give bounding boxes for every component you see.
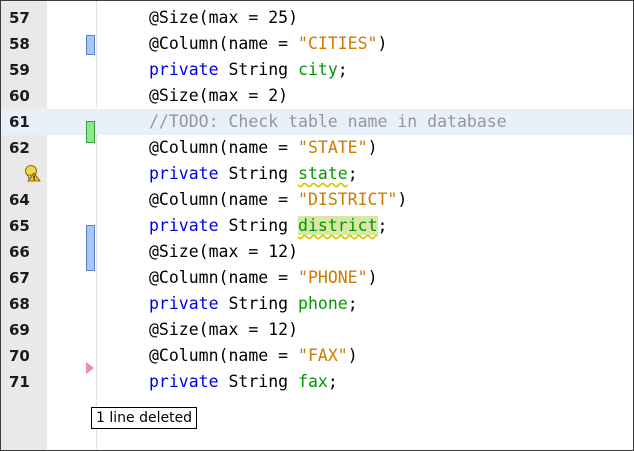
code-text[interactable]: @Size(max = 2) [149, 83, 288, 109]
code-text[interactable]: @Column(name = "STATE") [149, 135, 378, 161]
line-number: 66 [9, 243, 30, 261]
code-line[interactable]: 70 @Column(name = "FAX") [1, 343, 633, 369]
code-token: "CITIES" [298, 34, 378, 53]
code-line[interactable]: 71 private String fax; [1, 369, 633, 395]
line-number: 65 [9, 217, 30, 235]
code-token: "STATE" [298, 138, 368, 157]
line-number: 61 [9, 113, 30, 131]
code-token: @Size(max = 25) [149, 8, 299, 27]
code-line[interactable]: 67 @Column(name = "PHONE") [1, 265, 633, 291]
line-number: 62 [9, 139, 30, 157]
line-number: 67 [9, 269, 30, 287]
code-token: ; [377, 216, 388, 235]
code-line[interactable]: 69 @Size(max = 12) [1, 317, 633, 343]
code-token: fax [298, 372, 328, 391]
code-text[interactable]: private String city; [149, 57, 348, 83]
code-token: district [298, 216, 378, 235]
code-token: ) [347, 346, 358, 365]
code-token: @Column(name = [149, 346, 299, 365]
code-text[interactable]: @Column(name = "FAX") [149, 343, 358, 369]
code-token: String [218, 372, 299, 391]
line-number: 69 [9, 321, 30, 339]
code-text[interactable]: @Column(name = "DISTRICT") [149, 187, 407, 213]
code-text[interactable]: @Size(max = 12) [149, 239, 298, 265]
code-line[interactable]: 64 @Column(name = "DISTRICT") [1, 187, 633, 213]
code-token: ) [377, 34, 388, 53]
line-number: 57 [9, 9, 30, 27]
code-token: String [218, 60, 299, 79]
code-token: @Column(name = [149, 190, 299, 209]
code-line[interactable]: 65 private String district; [1, 213, 633, 239]
line-number: 68 [9, 295, 30, 313]
code-token: @Column(name = [149, 268, 299, 287]
code-editor[interactable]: 57 @Size(max = 25) 58 @Column(name = "CITIE… [0, 0, 634, 451]
code-text[interactable]: @Column(name = "CITIES") [149, 31, 387, 57]
line-number: 60 [9, 87, 30, 105]
line-number: 64 [9, 191, 30, 209]
line-number: 70 [9, 347, 30, 365]
line-number: 71 [9, 373, 30, 391]
code-token: @Size(max = 12) [149, 320, 299, 339]
code-token: ; [347, 294, 358, 313]
code-token: private [149, 216, 219, 235]
code-token: private [149, 60, 219, 79]
code-text[interactable]: private String district; [149, 213, 387, 239]
deleted-line-marker[interactable] [86, 362, 94, 374]
code-text[interactable]: @Column(name = "PHONE") [149, 265, 378, 291]
code-line[interactable]: 62 @Column(name = "STATE") [1, 135, 633, 161]
added-line-marker[interactable] [86, 121, 95, 143]
code-line[interactable]: private String state; [1, 161, 633, 187]
changed-lines-marker[interactable] [86, 225, 95, 271]
code-line[interactable]: 58 @Column(name = "CITIES") [1, 31, 633, 57]
code-line[interactable]: 60 @Size(max = 2) [1, 83, 633, 109]
code-line[interactable]: 66 @Size(max = 12) [1, 239, 633, 265]
code-token: "FAX" [298, 346, 348, 365]
code-line[interactable]: 68 private String phone; [1, 291, 633, 317]
code-line[interactable]: 61 //TODO: Check table name in database [1, 109, 633, 135]
code-text[interactable]: //TODO: Check table name in database [149, 109, 507, 135]
code-token: "DISTRICT" [298, 190, 398, 209]
code-token: @Size(max = 2) [149, 86, 289, 105]
code-token: String [218, 294, 299, 313]
code-token: ) [367, 268, 378, 287]
code-token: @Column(name = [149, 138, 299, 157]
code-line[interactable]: 59 private String city; [1, 57, 633, 83]
code-token: phone [298, 294, 348, 313]
code-token: ) [367, 138, 378, 157]
code-text[interactable]: private String state; [149, 161, 358, 187]
code-token: @Size(max = 12) [149, 242, 299, 261]
code-token: ; [327, 372, 338, 391]
code-text[interactable]: private String phone; [149, 291, 358, 317]
code-token: //TODO: Check table name in database [149, 112, 507, 131]
line-number: 59 [9, 61, 30, 79]
code-token: String [218, 216, 299, 235]
code-token: private [149, 294, 219, 313]
code-text[interactable]: private String fax; [149, 369, 338, 395]
code-token: private [149, 164, 219, 183]
code-line[interactable]: 57 @Size(max = 25) [1, 5, 633, 31]
code-text[interactable]: @Size(max = 12) [149, 317, 298, 343]
warning-lightbulb-icon[interactable] [23, 164, 41, 182]
code-token: city [298, 60, 338, 79]
code-token: "PHONE" [298, 268, 368, 287]
changed-line-marker[interactable] [86, 35, 95, 55]
line-number: 58 [9, 35, 30, 53]
code-token: String [218, 164, 299, 183]
code-token: ; [347, 164, 358, 183]
code-token: @Column(name = [149, 34, 299, 53]
code-token: state [298, 164, 348, 183]
code-token: ; [337, 60, 348, 79]
code-text[interactable]: @Size(max = 25) [149, 5, 298, 31]
code-token: private [149, 372, 219, 391]
diff-tooltip: 1 line deleted [91, 407, 198, 429]
code-token: ) [397, 190, 408, 209]
